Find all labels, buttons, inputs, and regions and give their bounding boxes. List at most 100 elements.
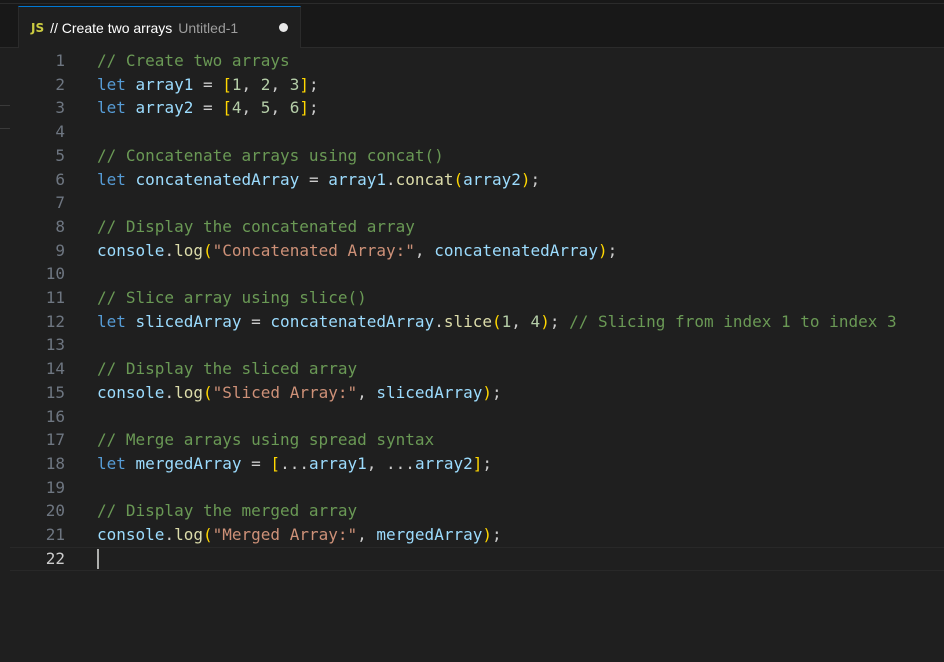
text-cursor xyxy=(97,548,99,569)
code-token: // Display the merged array xyxy=(97,501,358,521)
line-code: console.log("Concatenated Array:", conca… xyxy=(97,239,617,263)
code-token: console xyxy=(97,240,165,260)
left-strip xyxy=(0,48,10,662)
line-number: 14 xyxy=(45,359,65,379)
tab-untitled-1[interactable]: JS // Create two arrays Untitled-1 xyxy=(18,6,301,48)
code-token: "Sliced Array:" xyxy=(212,382,358,402)
code-token: , xyxy=(414,240,435,260)
code-token: [ xyxy=(222,74,232,94)
tab-bar-divider xyxy=(0,3,944,4)
code-line[interactable]: 3 let array2 = [4, 5, 6]; xyxy=(10,96,944,120)
line-number: 5 xyxy=(55,145,65,165)
code-line[interactable]: 7 xyxy=(10,191,944,215)
code-line[interactable]: 4 xyxy=(10,120,944,144)
code-line[interactable]: 6 let concatenatedArray = array1.concat(a… xyxy=(10,168,944,192)
code-token: ( xyxy=(202,240,213,260)
code-token: ... xyxy=(280,453,309,473)
line-code: let mergedArray = [...array1, ...array2]… xyxy=(97,452,492,476)
code-token: // Display the concatenated array xyxy=(97,216,415,236)
code-token: array1 xyxy=(308,453,367,473)
line-number: 16 xyxy=(45,406,65,426)
code-token: let xyxy=(97,98,126,118)
code-token: ; xyxy=(482,453,493,473)
unsaved-dot-icon[interactable] xyxy=(279,23,288,32)
code-token: 5 xyxy=(260,98,271,118)
code-token: 1 xyxy=(231,74,242,94)
code-token: array1 xyxy=(135,74,194,94)
line-code: console.log("Sliced Array:", slicedArray… xyxy=(97,381,502,405)
code-line[interactable]: 12 let slicedArray = concatenatedArray.sl… xyxy=(10,310,944,334)
code-token: 4 xyxy=(530,311,541,331)
line-code: // Concatenate arrays using concat() xyxy=(97,144,444,168)
code-line[interactable]: 22 xyxy=(10,546,944,571)
code-token: = xyxy=(241,453,271,473)
code-token: , xyxy=(511,311,531,331)
line-code: // Create two arrays xyxy=(97,49,290,73)
code-line[interactable]: 14 // Display the sliced array xyxy=(10,357,944,381)
code-line[interactable]: 21 console.log("Merged Array:", mergedArr… xyxy=(10,523,944,547)
line-number: 4 xyxy=(55,122,65,142)
code-token: let xyxy=(97,311,126,331)
tab-bar: JS // Create two arrays Untitled-1 xyxy=(0,0,944,48)
code-token: log xyxy=(174,525,203,544)
line-code: // Slice array using slice() xyxy=(97,286,367,310)
line-number: 12 xyxy=(45,311,65,331)
code-line[interactable]: 8 // Display the concatenated array xyxy=(10,215,944,239)
code-token: , xyxy=(357,525,377,544)
line-code: // Display the merged array xyxy=(97,499,357,523)
line-code: // Merge arrays using spread syntax xyxy=(97,428,434,452)
code-line[interactable]: 20 // Display the merged array xyxy=(10,499,944,523)
line-number: 1 xyxy=(55,51,65,70)
line-code: let array1 = [1, 2, 3]; xyxy=(97,73,319,97)
code-line[interactable]: 9 console.log("Concatenated Array:", conc… xyxy=(10,239,944,263)
line-number: 13 xyxy=(45,335,65,355)
code-token: ; xyxy=(492,525,502,544)
line-code: // Display the concatenated array xyxy=(97,215,415,239)
code-editor[interactable]: 1// Create two arrays 2 let array1 = [1, 2… xyxy=(10,48,944,662)
code-line[interactable]: 10 xyxy=(10,262,944,286)
code-token: ) xyxy=(482,525,492,544)
line-number: 3 xyxy=(55,98,65,118)
tab-description: Untitled-1 xyxy=(178,19,239,36)
code-line[interactable]: 17 // Merge arrays using spread syntax xyxy=(10,428,944,452)
code-line[interactable]: 2 let array1 = [1, 2, 3]; xyxy=(10,73,944,97)
code-token: concat xyxy=(395,169,454,189)
code-token: 4 xyxy=(231,98,242,118)
javascript-file-icon: JS xyxy=(31,20,45,35)
line-number: 8 xyxy=(55,216,65,236)
code-token: mergedArray xyxy=(376,525,483,544)
code-token: array2 xyxy=(463,169,521,189)
code-token: . xyxy=(164,525,175,544)
code-token: ) xyxy=(520,169,531,189)
code-line[interactable]: 18 let mergedArray = [...array1, ...array… xyxy=(10,452,944,476)
code-line[interactable]: 16 xyxy=(10,405,944,429)
code-token: // Slice array using slice() xyxy=(97,288,367,307)
code-line[interactable]: 5 // Concatenate arrays using concat() xyxy=(10,144,944,168)
strip-marker xyxy=(0,128,10,129)
line-number: 10 xyxy=(45,264,65,284)
code-token: let xyxy=(97,74,126,94)
code-token: ; xyxy=(530,169,541,189)
code-line[interactable]: 19 xyxy=(10,476,944,500)
code-token: 3 xyxy=(289,74,300,94)
code-token: , ... xyxy=(366,453,415,473)
line-code: let concatenatedArray = array1.concat(ar… xyxy=(97,168,540,192)
code-line[interactable]: 15 console.log("Sliced Array:", slicedArr… xyxy=(10,381,944,405)
code-line[interactable]: 13 xyxy=(10,333,944,357)
code-line[interactable]: 11 // Slice array using slice() xyxy=(10,286,944,310)
code-token: array2 xyxy=(414,453,473,473)
line-code: let array2 = [4, 5, 6]; xyxy=(97,96,319,120)
line-number: 17 xyxy=(45,430,65,450)
code-token: ; xyxy=(492,382,502,402)
code-token: concatenatedArray xyxy=(434,240,598,260)
code-token: ) xyxy=(482,382,492,402)
code-line[interactable]: 1 // Create two arrays xyxy=(10,49,944,73)
line-number: 9 xyxy=(55,240,65,260)
code-token: ] xyxy=(299,74,309,94)
code-token: // Display the sliced array xyxy=(97,359,358,379)
code-token: = xyxy=(193,98,223,118)
line-number: 6 xyxy=(55,169,65,189)
line-code: let slicedArray = concatenatedArray.slic… xyxy=(97,310,897,334)
